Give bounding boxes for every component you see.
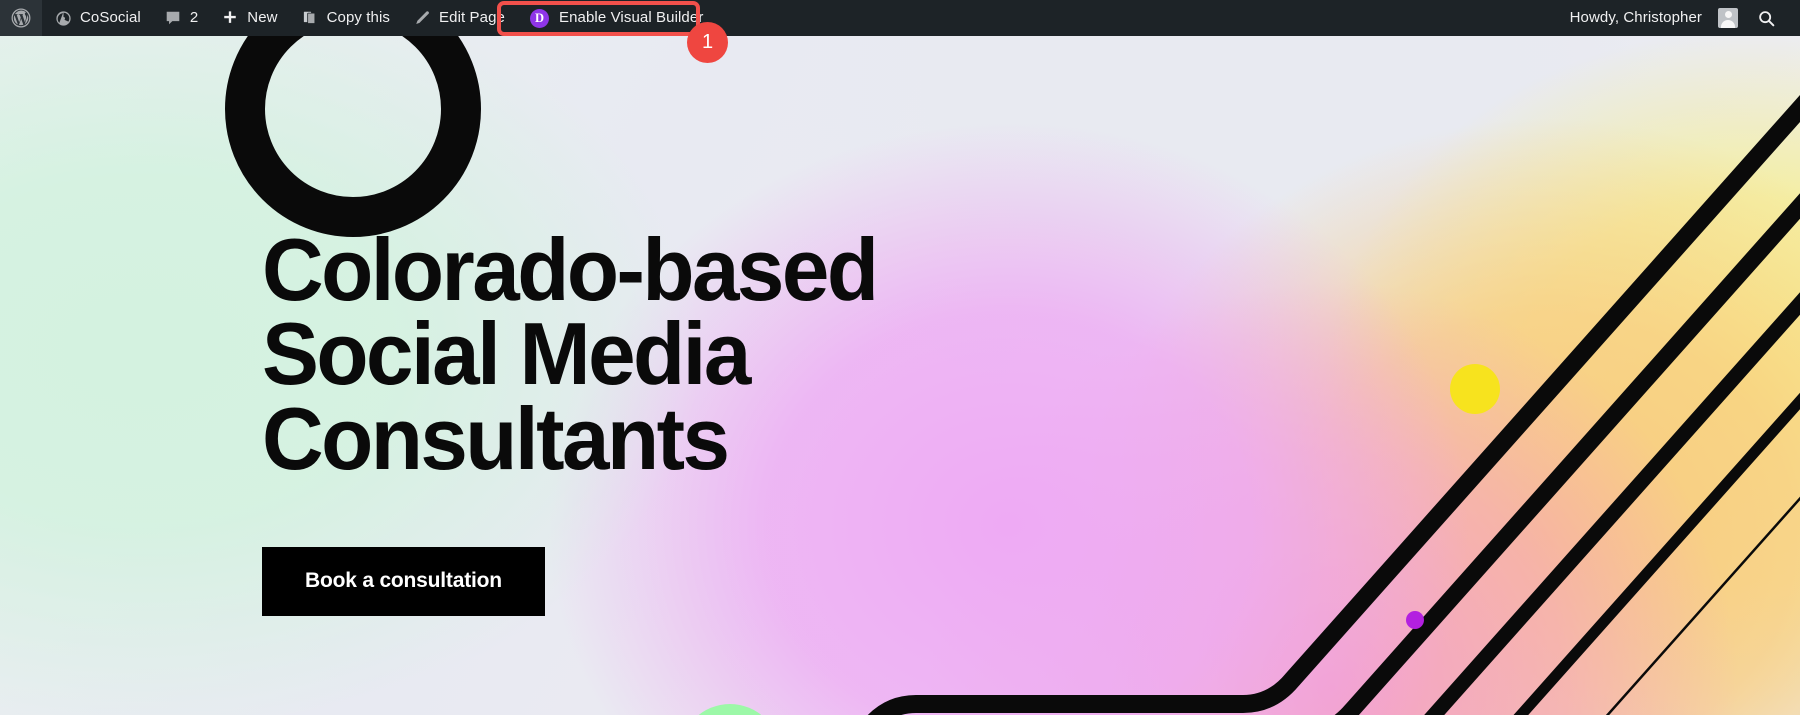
plus-icon [220, 8, 240, 28]
copy-this-menu[interactable]: Copy this [289, 0, 401, 36]
new-content-menu[interactable]: New [209, 0, 288, 36]
copy-pages-icon [300, 8, 320, 28]
hero-section: Colorado-based Social Media Consultants … [0, 36, 1800, 715]
avatar [1718, 8, 1738, 28]
comments-count: 2 [189, 9, 199, 26]
comment-bubble-icon [163, 8, 183, 28]
annotation-step-badge: 1 [687, 22, 728, 63]
decor-line-4 [1513, 392, 1800, 715]
enable-visual-builder-label: Enable Visual Builder [559, 9, 704, 26]
copy-this-label: Copy this [326, 9, 391, 26]
site-name-menu[interactable]: CoSocial [42, 0, 152, 36]
wordpress-admin-bar: CoSocial 2 New Copy this Edit Page D Ena… [0, 0, 1800, 36]
admin-bar-search-button[interactable] [1742, 0, 1790, 36]
edit-page-label: Edit Page [439, 9, 505, 26]
pencil-icon [412, 8, 432, 28]
admin-bar-right-group: Howdy, Christopher [1559, 0, 1800, 36]
wordpress-icon [11, 8, 31, 28]
my-account-menu[interactable]: Howdy, Christopher [1559, 0, 1742, 36]
hero-content: Colorado-based Social Media Consultants … [262, 36, 895, 617]
new-content-label: New [247, 9, 278, 26]
browser-viewport: Colorado-based Social Media Consultants … [0, 0, 1800, 715]
comments-menu[interactable]: 2 [152, 0, 209, 36]
wordpress-logo-menu[interactable] [0, 0, 42, 36]
decor-dot-yellow [1450, 364, 1500, 414]
decor-dot-purple [1406, 611, 1424, 629]
site-name-label: CoSocial [80, 9, 141, 26]
admin-bar-left-group: CoSocial 2 New Copy this Edit Page D Ena… [0, 0, 717, 36]
book-consultation-button[interactable]: Book a consultation [262, 547, 545, 617]
enable-visual-builder-button[interactable]: D Enable Visual Builder [516, 0, 717, 36]
howdy-label: Howdy, Christopher [1569, 9, 1702, 26]
decor-dot-green [698, 704, 762, 715]
search-icon [1756, 8, 1776, 28]
dashboard-gauge-icon [53, 8, 73, 28]
edit-page-menu[interactable]: Edit Page [401, 0, 516, 36]
decor-line-3 [1424, 292, 1800, 715]
divi-d-icon: D [530, 8, 549, 28]
page-title: Colorado-based Social Media Consultants [262, 220, 879, 488]
